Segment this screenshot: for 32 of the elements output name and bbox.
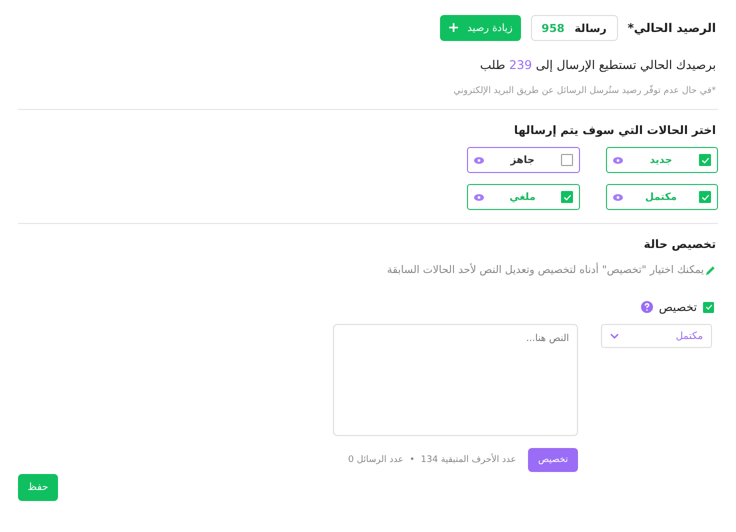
balance-count: 958 — [542, 22, 565, 34]
balance-label: الرصيد الحالي* — [628, 21, 716, 35]
eye-icon[interactable] — [613, 156, 623, 164]
checkbox[interactable] — [561, 154, 573, 166]
checkbox[interactable] — [561, 191, 573, 203]
customize-checkbox[interactable] — [703, 302, 714, 312]
checkbox[interactable] — [699, 191, 711, 203]
separator-dot: • — [409, 455, 415, 465]
statuses-title: اختر الحالات التي سوف يتم إرسالها — [513, 123, 717, 137]
eye-icon[interactable] — [474, 194, 484, 200]
balance-unit: رسالة — [574, 22, 607, 34]
customize-title: تخصيص حالة — [642, 237, 717, 251]
text-area[interactable]: النص هنا... — [333, 324, 578, 436]
status-option[interactable]: جاهز — [467, 147, 580, 173]
customize-button[interactable]: تخصيص — [528, 448, 578, 472]
save-button[interactable]: حفظ — [18, 474, 58, 501]
remaining-count: عدد الأحرف المتبقية 134 — [420, 455, 516, 465]
checkbox[interactable] — [699, 154, 711, 166]
messages-count: عدد الرسائل 0 — [348, 455, 404, 465]
add-balance-button[interactable]: زيادة رصيد + — [440, 15, 521, 41]
chevron-down-icon — [610, 333, 619, 339]
status-option[interactable]: مكتمل — [606, 184, 718, 210]
eye-icon[interactable] — [613, 194, 623, 200]
status-option[interactable]: ملغي — [467, 184, 580, 210]
pencil-icon — [705, 264, 716, 276]
help-icon[interactable] — [640, 301, 653, 313]
status-select[interactable]: مكتمل — [601, 324, 712, 348]
customize-label: تخصيص — [658, 300, 697, 314]
eye-icon[interactable] — [474, 156, 484, 164]
status-option[interactable]: جديد — [606, 147, 718, 173]
hint-text: يمكنك اختيار "تخصيص" أدناه لتخصيص وتعديل النص لأحد الحالات السابقة — [387, 264, 704, 276]
note-text: *في حال عدم توفّر رصيد ستُرسل الرسائل عن طريق البريد الإلكتروني — [452, 86, 717, 96]
